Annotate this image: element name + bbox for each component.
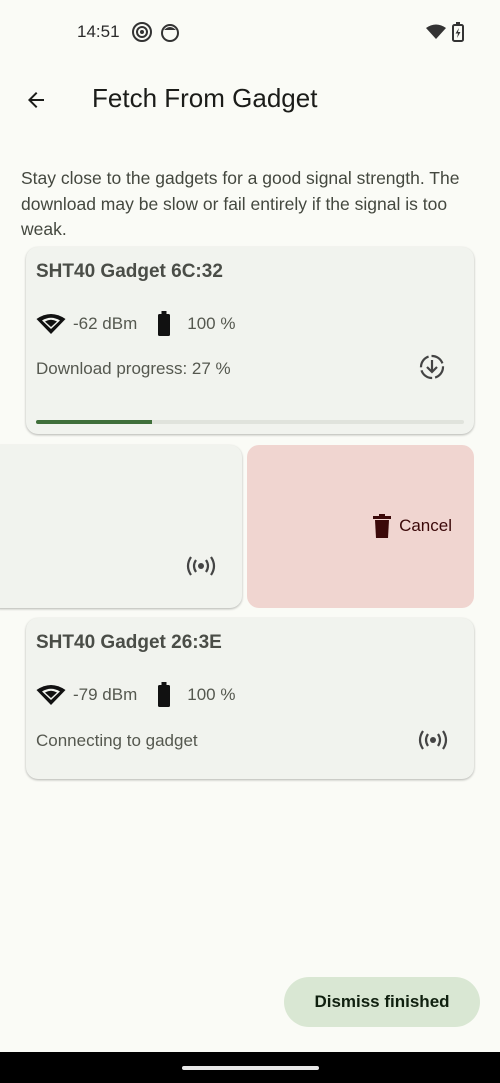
battery-icon [158,682,171,707]
gadget-card-swiped[interactable] [0,445,242,608]
broadcast-icon [186,556,216,581]
signal-strength: -62 dBm [73,314,138,333]
gadget-card[interactable]: SHT40 Gadget 26:3E -79 dBm 100 % Connect… [26,618,474,779]
wifi-icon [426,24,446,45]
signal-icon [36,685,66,705]
face-icon [160,21,180,48]
gadget-stats: -79 dBm 100 % [36,682,235,708]
page-title: Fetch From Gadget [92,83,318,113]
connection-status: Connecting to gadget [36,731,198,750]
gadget-stats: -62 dBm 100 % [36,311,235,337]
gadget-card[interactable]: SHT40 Gadget 6C:32 -62 dBm 100 % Downloa… [26,247,474,434]
status-time: 14:51 [77,22,120,41]
status-bar: 14:51 [0,0,500,66]
download-progress-fill [36,420,152,424]
cancel-button[interactable]: Cancel [373,514,452,538]
signal-strength: -79 dBm [73,685,138,704]
cancel-label: Cancel [399,516,452,535]
broadcast-icon [418,730,448,755]
gadget-name: SHT40 Gadget 26:3E [36,632,222,653]
cancel-swipe-action[interactable]: Cancel [247,445,474,608]
signal-icon [36,314,66,334]
download-status: Download progress: 27 % [36,359,231,378]
download-icon[interactable] [418,353,446,386]
navigation-bar [0,1052,500,1083]
battery-icon [158,311,171,336]
dismiss-finished-button[interactable]: Dismiss finished [284,977,480,1027]
back-button[interactable] [14,78,58,122]
battery-charging-icon [452,22,464,47]
hint-text: Stay close to the gadgets for a good sig… [21,168,460,239]
trash-icon [373,514,392,538]
app-bar: Fetch From Gadget [0,66,500,130]
home-handle[interactable] [182,1066,319,1070]
battery-level: 100 % [187,685,236,704]
battery-level: 100 % [187,314,236,333]
download-progress-bar [36,420,464,424]
back-arrow-icon [28,92,44,108]
gadget-name: SHT40 Gadget 6C:32 [36,261,223,282]
record-icon [131,21,153,48]
